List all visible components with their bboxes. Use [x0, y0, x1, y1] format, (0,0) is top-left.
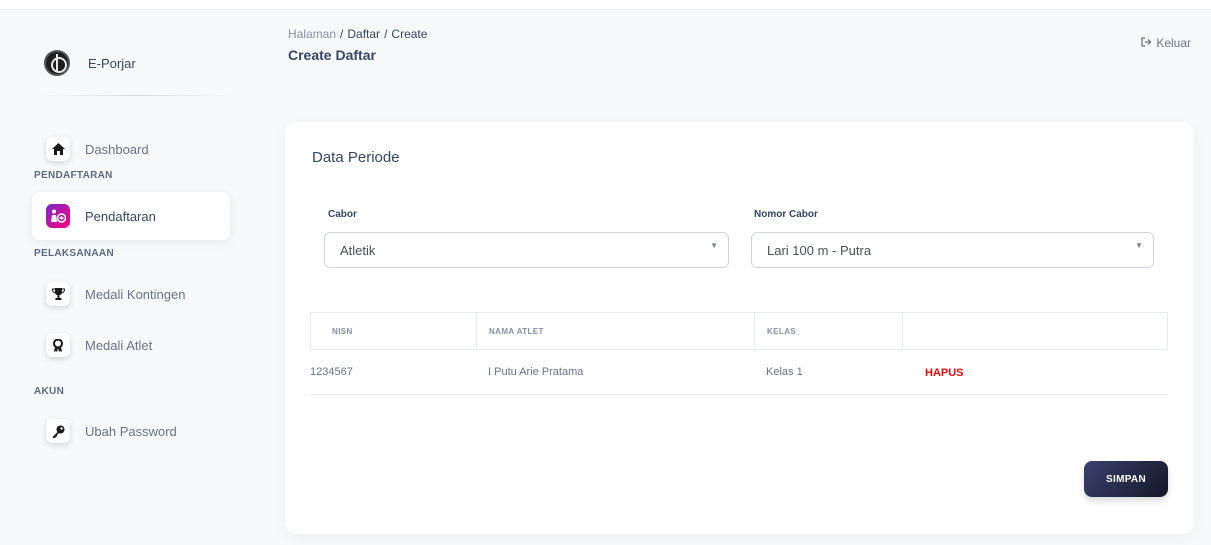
sidebar-item-label: Pendaftaran — [85, 208, 156, 224]
sidebar-item-medali-kontingen[interactable]: Medali Kontingen — [32, 270, 230, 318]
column-header-nisn: NISN — [332, 326, 353, 336]
sidebar-item-label: Dashboard — [85, 141, 149, 157]
sidebar-item-label: Medali Kontingen — [85, 286, 186, 302]
breadcrumb-item[interactable]: Daftar — [347, 27, 380, 41]
sidebar-item-label: Ubah Password — [85, 423, 177, 439]
table-row: 1234567 I Putu Arie Pratama Kelas 1 HAPU… — [310, 350, 1168, 395]
top-border — [0, 0, 1211, 10]
brand-logo-icon — [44, 50, 70, 76]
delete-row-button[interactable]: HAPUS — [925, 367, 964, 379]
nomor-cabor-label: Nomor Cabor — [754, 209, 818, 220]
sidebar-item-label: Medali Atlet — [85, 337, 153, 353]
sign-out-icon — [1141, 36, 1152, 50]
cell-nama-atlet: I Putu Arie Pratama — [488, 366, 584, 378]
save-button[interactable]: SIMPAN — [1084, 461, 1168, 497]
breadcrumb-item[interactable]: Halaman — [288, 27, 336, 41]
logout-button[interactable]: Keluar — [1141, 36, 1191, 50]
cabor-select[interactable]: Atletik ▼ — [324, 232, 729, 268]
sidebar-divider — [34, 95, 239, 96]
breadcrumb-separator: / — [384, 27, 388, 41]
column-header-kelas: KELAS — [754, 312, 902, 350]
chevron-down-icon: ▼ — [1135, 241, 1143, 250]
sidebar-item-dashboard[interactable]: Dashboard — [32, 125, 230, 173]
cell-nisn: 1234567 — [310, 366, 353, 378]
sidebar-item-ubah-password[interactable]: Ubah Password — [32, 407, 230, 455]
card-title: Data Periode — [312, 149, 400, 166]
section-title-pendaftaran: PENDAFTARAN — [34, 170, 113, 181]
form-card: Data Periode Cabor Atletik ▼ Nomor Cabor… — [285, 122, 1194, 534]
cabor-label: Cabor — [328, 209, 357, 220]
cabor-value: Atletik — [340, 242, 376, 258]
athlete-table: NISN NAMA ATLET KELAS 1234567 I Putu Ari… — [310, 312, 1168, 395]
sidebar-item-medali-atlet[interactable]: Medali Atlet — [32, 321, 230, 369]
cell-action: HAPUS — [901, 363, 1166, 381]
home-icon — [46, 137, 70, 161]
key-icon — [46, 419, 70, 443]
column-header-action — [902, 312, 1167, 350]
chevron-down-icon: ▼ — [710, 241, 718, 250]
logout-label: Keluar — [1156, 36, 1191, 50]
section-title-akun: AKUN — [34, 386, 65, 397]
column-header-nama-atlet: NAMA ATLET — [476, 312, 754, 350]
breadcrumb: Halaman / Daftar / Create — [288, 27, 427, 41]
sidebar-item-pendaftaran[interactable]: Pendaftaran — [32, 192, 230, 240]
breadcrumb-separator: / — [340, 27, 344, 41]
brand[interactable]: E-Porjar — [44, 50, 136, 76]
section-title-pelaksanaan: PELAKSANAAN — [34, 248, 114, 259]
user-add-icon — [46, 204, 70, 228]
nomor-cabor-value: Lari 100 m - Putra — [767, 242, 872, 258]
table-header: NISN NAMA ATLET KELAS — [310, 312, 1168, 350]
medal-icon — [46, 333, 70, 357]
cell-kelas: Kelas 1 — [766, 366, 803, 378]
sidebar: E-Porjar Dashboard PENDAFTARAN Pendaftar… — [0, 10, 250, 545]
trophy-icon — [46, 282, 70, 306]
breadcrumb-item: Create — [391, 27, 428, 41]
brand-name: E-Porjar — [88, 55, 136, 71]
nomor-cabor-select[interactable]: Lari 100 m - Putra ▼ — [751, 232, 1154, 268]
page-title: Create Daftar — [288, 47, 376, 63]
